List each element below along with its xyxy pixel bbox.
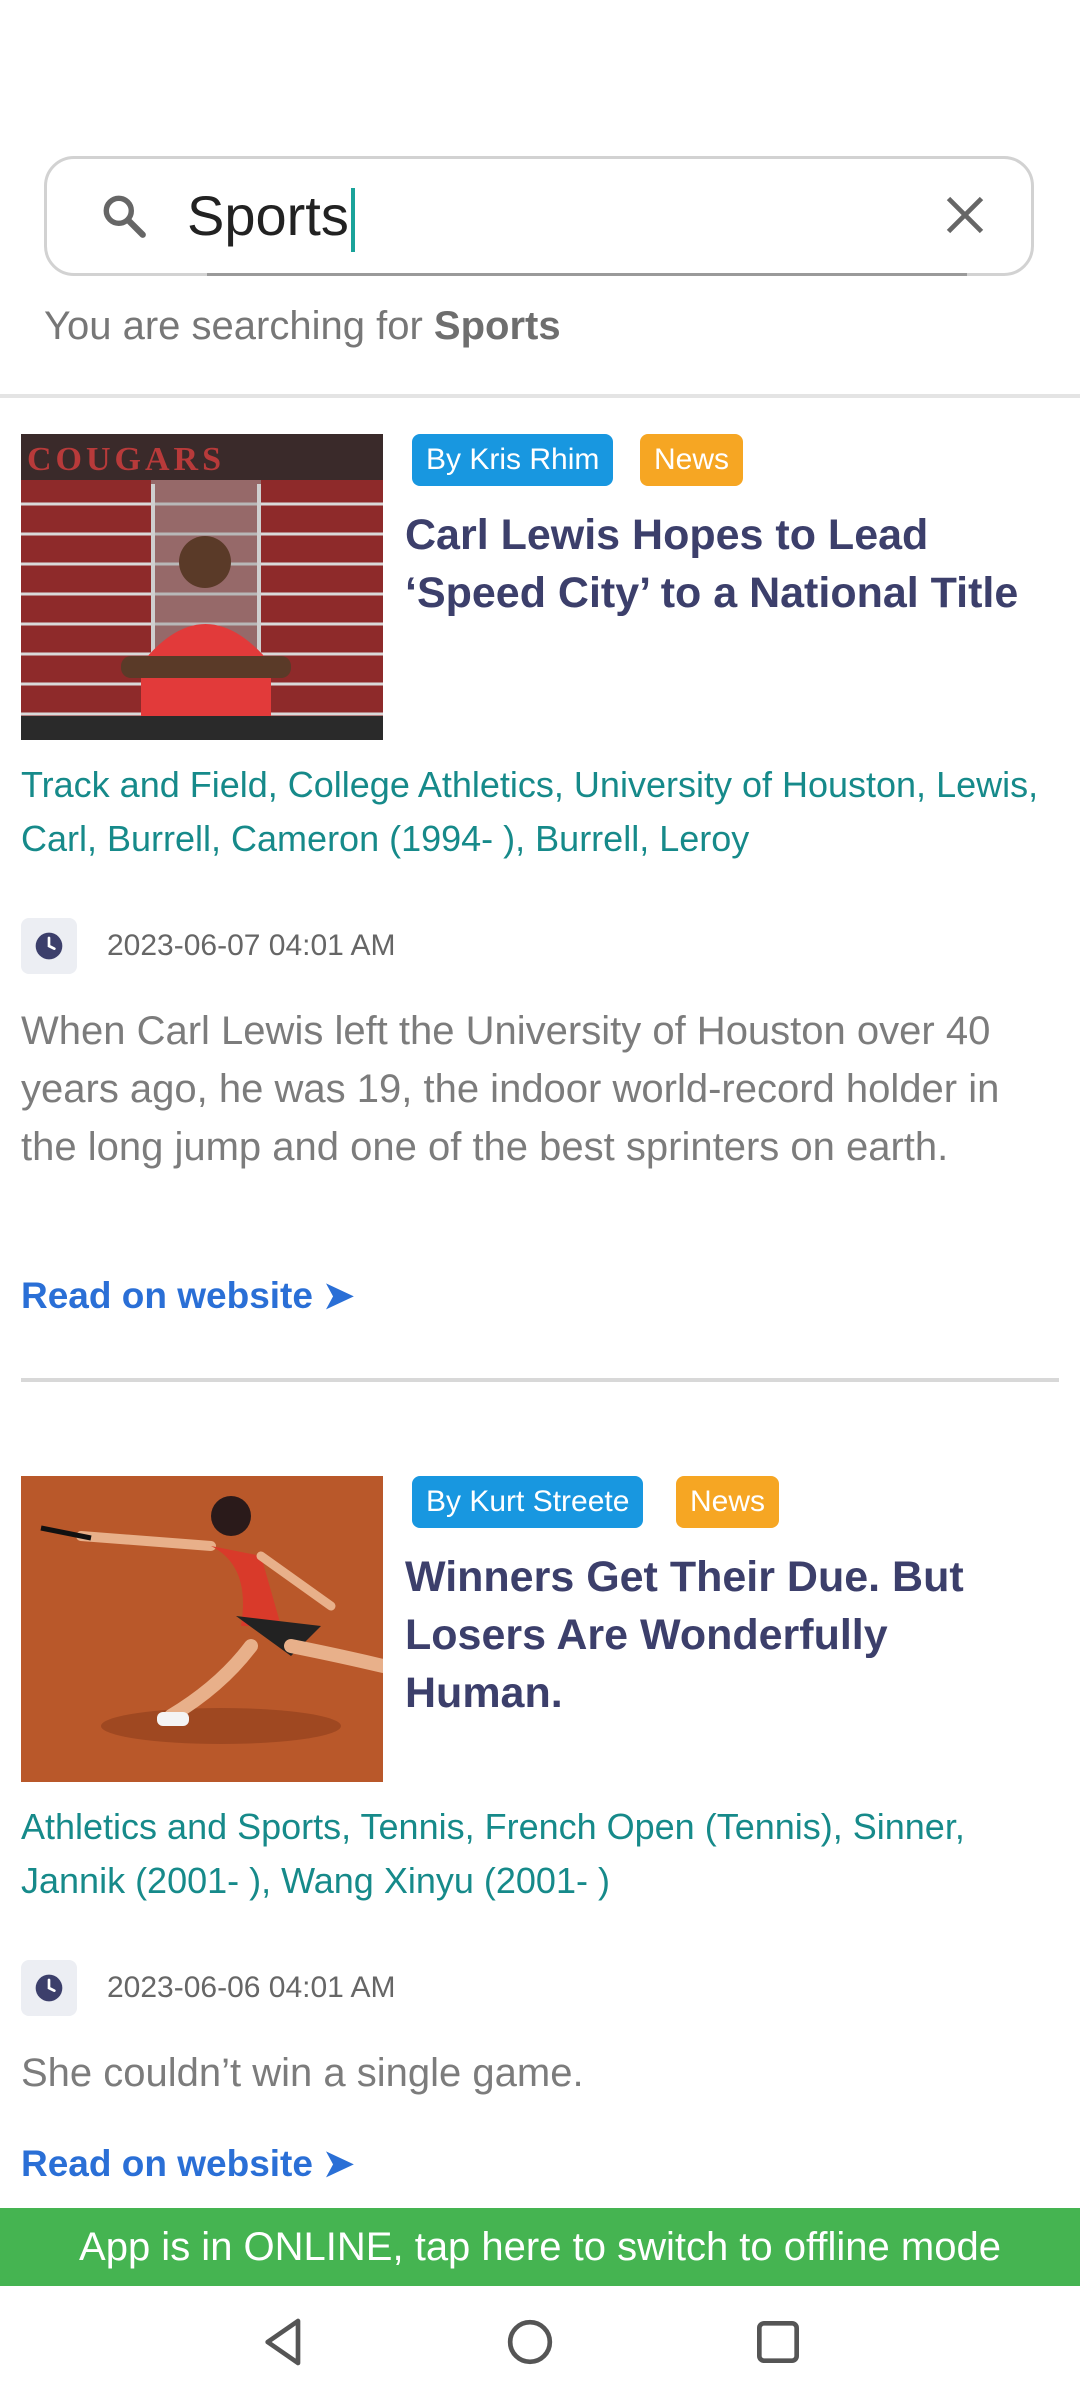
article-tags: Athletics and Sports, Tennis, French Ope… bbox=[21, 1806, 965, 1901]
type-badge: News bbox=[640, 434, 744, 486]
online-mode-banner[interactable]: App is in ONLINE, tap here to switch to … bbox=[0, 2208, 1080, 2286]
clock-icon bbox=[21, 1960, 77, 2016]
article-image[interactable] bbox=[21, 1476, 383, 1782]
article-date: 2023-06-06 04:01 AM bbox=[107, 1971, 396, 2004]
back-icon[interactable] bbox=[256, 2314, 312, 2370]
search-input-value: Sports bbox=[187, 184, 349, 247]
article-image[interactable]: COUGARS bbox=[21, 434, 383, 740]
author-badge: By Kris Rhim bbox=[412, 434, 614, 486]
search-underline bbox=[207, 273, 967, 276]
system-nav-bar bbox=[0, 2286, 1080, 2400]
divider bbox=[0, 394, 1080, 398]
clock-icon bbox=[21, 918, 77, 974]
author-badge: By Kurt Streete bbox=[412, 1476, 644, 1528]
text-cursor bbox=[350, 188, 355, 253]
home-icon[interactable] bbox=[502, 2314, 558, 2370]
close-icon[interactable] bbox=[943, 193, 987, 237]
search-box[interactable]: Sports bbox=[44, 156, 1034, 276]
divider bbox=[21, 1378, 1059, 1382]
read-on-website-link[interactable]: Read on website ➤ bbox=[21, 1274, 354, 1317]
type-badge: News bbox=[676, 1476, 780, 1528]
image-signage: COUGARS bbox=[27, 441, 225, 478]
article-title[interactable]: Carl Lewis Hopes to Lead ‘Speed City’ to… bbox=[405, 506, 1045, 622]
search-hint-term: Sports bbox=[433, 304, 561, 348]
article-summary: When Carl Lewis left the University of H… bbox=[21, 1009, 1000, 1169]
search-hint: You are searching for Sports bbox=[44, 304, 561, 349]
read-on-website-link[interactable]: Read on website ➤ bbox=[21, 2142, 354, 2185]
article-title[interactable]: Winners Get Their Due. But Losers Are Wo… bbox=[405, 1548, 1045, 1722]
article-summary: She couldn’t win a single game. bbox=[21, 2051, 584, 2095]
article-tags: Track and Field, College Athletics, Univ… bbox=[21, 764, 1039, 859]
article-date: 2023-06-07 04:01 AM bbox=[107, 929, 396, 962]
search-icon bbox=[103, 195, 146, 238]
search-input[interactable]: Sports bbox=[187, 181, 355, 253]
recents-icon[interactable] bbox=[750, 2314, 806, 2370]
search-hint-prefix: You are searching for bbox=[44, 304, 423, 348]
